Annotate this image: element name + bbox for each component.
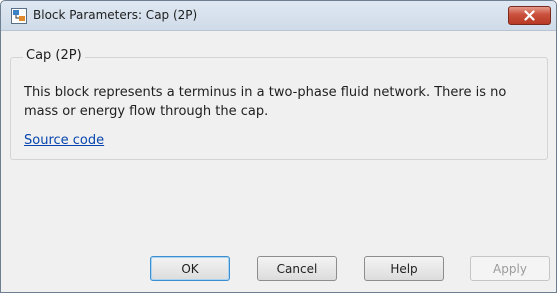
window-title: Block Parameters: Cap (2P) [33,8,198,22]
ok-button[interactable]: OK [150,256,230,281]
cancel-button[interactable]: Cancel [257,256,337,281]
close-button[interactable] [508,6,551,25]
simulink-block-icon [11,8,27,24]
source-code-link[interactable]: Source code [24,133,104,148]
help-button[interactable]: Help [364,256,444,281]
block-description: This block represents a terminus in a tw… [24,85,507,119]
apply-button[interactable]: Apply [470,256,550,281]
group-label: Cap (2P) [23,48,85,63]
close-icon [524,10,535,21]
block-parameters-dialog: Block Parameters: Cap (2P) Cap (2P) This… [0,0,557,293]
title-bar[interactable]: Block Parameters: Cap (2P) [1,1,556,31]
